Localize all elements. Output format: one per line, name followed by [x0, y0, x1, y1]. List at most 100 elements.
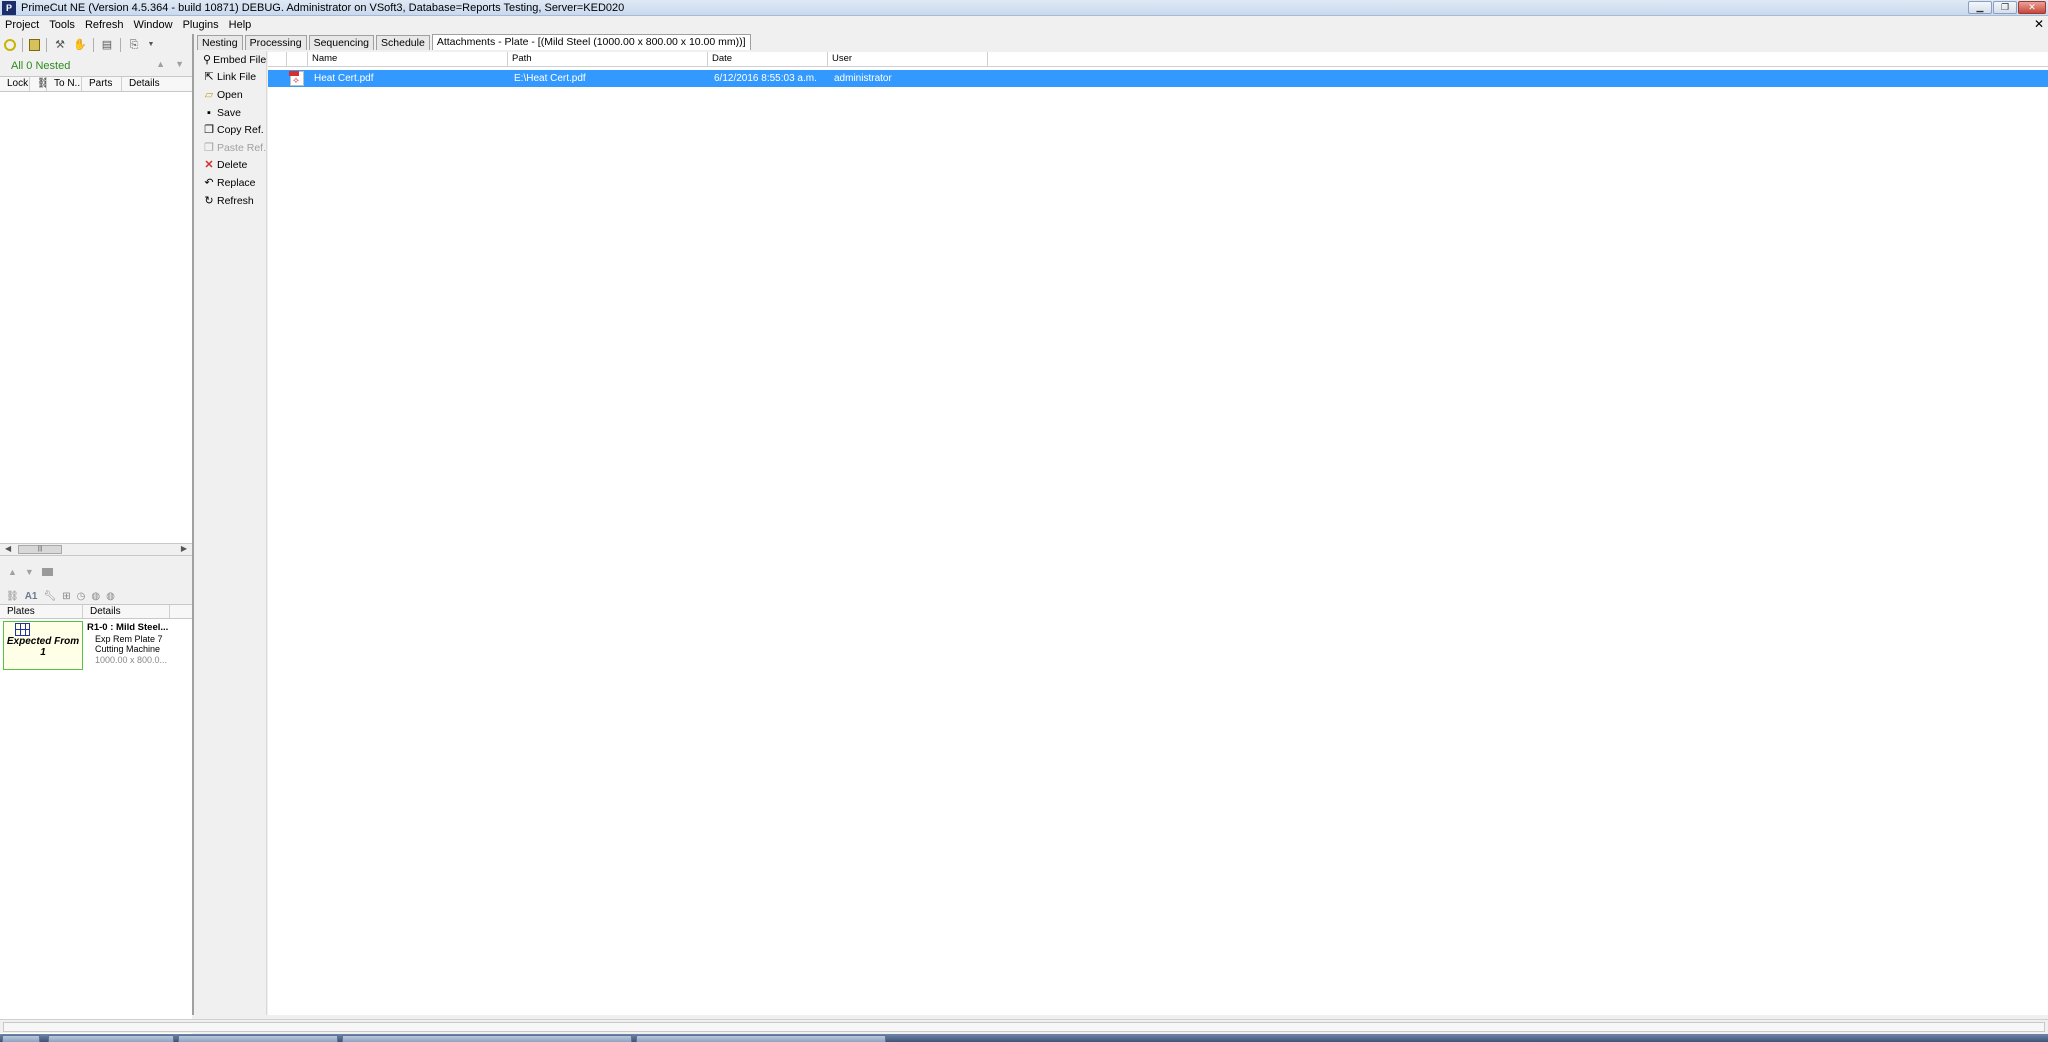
minimize-button[interactable]: ▁ — [1968, 1, 1992, 14]
clock-icon[interactable]: ◷ — [77, 591, 86, 602]
menu-project[interactable]: Project — [0, 19, 44, 31]
move-down-icon[interactable]: ▼ — [175, 59, 184, 69]
move-up-icon[interactable]: ▲ — [156, 59, 165, 69]
attachment-date: 6/12/2016 8:55:03 a.m. — [714, 73, 817, 84]
attachments-grid[interactable]: Name Path Date User Heat Cert.pdf E:\Hea… — [268, 52, 2048, 1015]
attachment-name: Heat Cert.pdf — [314, 73, 374, 84]
paste-ref-button[interactable]: ❐ Paste Ref. — [197, 139, 266, 157]
save-button[interactable]: ▪ Save — [197, 104, 266, 122]
plate-machine: Cutting Machine — [95, 644, 161, 654]
menu-tools[interactable]: Tools — [44, 19, 80, 31]
embed-file-button[interactable]: ⚲ Embed File — [197, 51, 266, 69]
tab-strip: Nesting Processing Sequencing Schedule A… — [197, 34, 753, 50]
taskbar-item[interactable] — [48, 1035, 174, 1042]
plate-dimensions: 1000.00 x 800.0... — [95, 654, 168, 665]
plates-list[interactable]: Expected From 1 R1-0 : Mild Steel... Exp… — [0, 619, 192, 1042]
target-icon[interactable] — [4, 39, 16, 51]
plate-remnant: Exp Rem Plate 7 — [95, 633, 163, 644]
plate-block-icon[interactable] — [41, 568, 53, 576]
column-date[interactable]: Date — [708, 52, 828, 66]
save-label: Save — [217, 106, 241, 119]
paste-ref-label: Paste Ref. — [216, 141, 266, 154]
copy-icon: ❐ — [204, 124, 214, 137]
window-title: PrimeCut NE (Version 4.5.364 - build 108… — [21, 1, 625, 14]
close-button[interactable]: ✕ — [2018, 1, 2046, 14]
mdi-close-icon[interactable]: ✕ — [2034, 17, 2044, 31]
toolbar-separator — [120, 38, 121, 52]
status-field — [3, 1022, 2045, 1032]
wrench-icon[interactable]: 🔧︎ — [44, 591, 57, 602]
attachment-user: administrator — [834, 73, 892, 84]
tab-nesting[interactable]: Nesting — [197, 35, 243, 50]
nest-toolbar: ⚒ ✋ ▤ ⎘ ▼ — [0, 34, 192, 56]
column-lock[interactable]: Lock — [0, 77, 30, 91]
scroll-left-icon[interactable]: ◀ — [5, 544, 11, 553]
tab-schedule[interactable]: Schedule — [376, 35, 430, 50]
column-parts[interactable]: Parts — [82, 77, 122, 91]
wand-icon[interactable]: ⚒ — [53, 38, 67, 52]
paperclip-icon: ⚲ — [203, 53, 212, 66]
column-path[interactable]: Path — [508, 52, 708, 66]
move-up-icon[interactable]: ▲ — [8, 567, 17, 577]
tab-attachments[interactable]: Attachments - Plate - [(Mild Steel (1000… — [431, 34, 751, 50]
layers-icon[interactable]: ▤ — [100, 38, 114, 52]
table-row[interactable]: Heat Cert.pdf E:\Heat Cert.pdf 6/12/2016… — [268, 70, 2048, 87]
floppy-icon: ▪ — [207, 106, 211, 119]
delete-label: Delete — [217, 159, 248, 172]
tab-processing[interactable]: Processing — [244, 35, 307, 50]
replace-label: Replace — [217, 176, 256, 189]
delete-button[interactable]: ✕ Delete — [197, 157, 266, 175]
move-down-icon[interactable]: ▼ — [25, 567, 34, 577]
column-to-nest[interactable]: To N... — [47, 77, 82, 91]
status-bar — [0, 1019, 2048, 1033]
plate-details[interactable]: R1-0 : Mild Steel... Exp Rem Plate 7 Cut… — [87, 623, 191, 665]
app-icon[interactable]: P — [2, 0, 16, 15]
column-details[interactable]: Details — [122, 77, 192, 91]
taskbar-item[interactable] — [178, 1035, 338, 1042]
link-file-button[interactable]: ⇱ Link File — [197, 69, 266, 87]
a1-icon[interactable]: A1 — [25, 591, 38, 602]
attachment-path: E:\Heat Cert.pdf — [514, 73, 586, 84]
delete-x-icon: ✕ — [204, 159, 214, 172]
taskbar-item[interactable] — [636, 1035, 886, 1042]
start-button[interactable] — [2, 1035, 40, 1042]
replace-button[interactable]: ↶ Replace — [197, 174, 266, 192]
menu-plugins[interactable]: Plugins — [178, 19, 224, 31]
nested-list[interactable] — [0, 92, 192, 544]
open-label: Open — [217, 88, 243, 101]
embed-file-label: Embed File — [213, 53, 267, 66]
menu-help[interactable]: Help — [224, 19, 257, 31]
column-user[interactable]: User — [828, 52, 988, 66]
column-plate-details[interactable]: Details — [83, 605, 170, 618]
refresh-button[interactable]: ↻ Refresh — [197, 192, 266, 210]
hand-icon[interactable]: ✋ — [73, 38, 87, 52]
column-name[interactable]: Name — [308, 52, 508, 66]
copy-ref-button[interactable]: ❐ Copy Ref. — [197, 121, 266, 139]
dropdown-arrow-icon[interactable]: ▼ — [147, 38, 155, 52]
scroll-thumb[interactable]: ||| — [18, 545, 62, 554]
restore-button[interactable]: ❐ — [1993, 1, 2017, 14]
plate-thumbnail[interactable]: Expected From 1 — [3, 621, 83, 670]
column-plates[interactable]: Plates — [0, 605, 83, 618]
scroll-right-icon[interactable]: ▶ — [181, 544, 187, 553]
column-link[interactable]: ⛓ — [30, 77, 47, 91]
column-file-icon[interactable] — [287, 52, 308, 66]
link-icon: ⇱ — [204, 71, 214, 84]
globe-icon[interactable]: ◍ — [91, 591, 100, 602]
nodes-icon[interactable]: ⊞ — [62, 591, 70, 602]
export-icon[interactable]: ⎘ — [127, 38, 141, 52]
sheet-icon[interactable] — [29, 39, 40, 51]
nested-arrows: ▲ ▼ — [156, 59, 184, 69]
column-row-selector[interactable] — [268, 52, 287, 66]
globe-alt-icon[interactable]: ◍ — [106, 591, 115, 602]
toolbar-separator — [22, 38, 23, 52]
plate-link-icon[interactable]: ⛓ — [6, 591, 19, 602]
taskbar-item[interactable] — [342, 1035, 632, 1042]
menu-refresh[interactable]: Refresh — [80, 19, 129, 31]
open-button[interactable]: ▱ Open — [197, 86, 266, 104]
plates-grid-header: Plates Details — [0, 604, 192, 619]
tab-sequencing[interactable]: Sequencing — [308, 35, 375, 50]
paste-icon: ❐ — [204, 141, 214, 154]
horizontal-scrollbar[interactable]: ◀ ||| ▶ — [0, 544, 192, 556]
menu-window[interactable]: Window — [128, 19, 177, 31]
